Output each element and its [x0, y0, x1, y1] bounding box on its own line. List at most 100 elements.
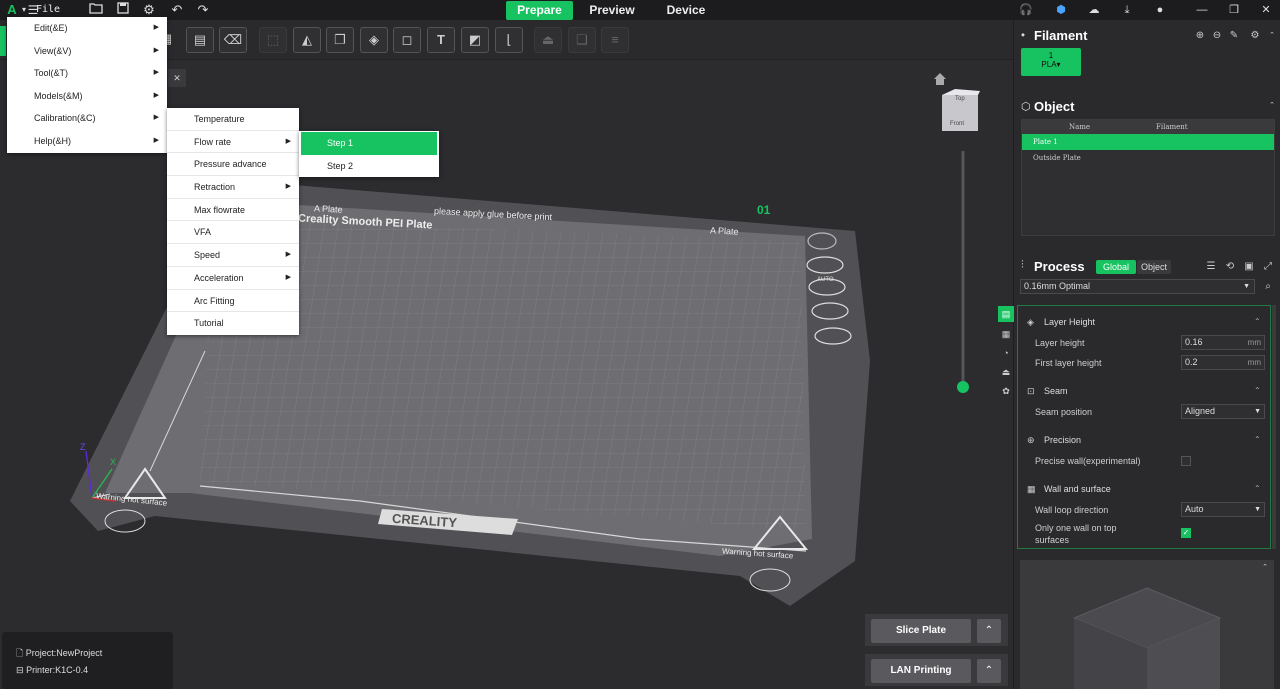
split-icon[interactable]: ❏ [568, 27, 596, 53]
settings-scrollbar[interactable] [1272, 305, 1276, 549]
edit-icon[interactable]: ✎ [1228, 30, 1240, 42]
list-icon[interactable]: ≡ [601, 27, 629, 53]
seam-position-value: Aligned [1185, 406, 1216, 416]
close-icon[interactable]: ✕ [1258, 2, 1274, 18]
tab-preview[interactable]: Preview [582, 1, 642, 20]
process-list-icon[interactable]: ☰ [1205, 261, 1217, 273]
object-toggle[interactable]: Object [1137, 260, 1171, 274]
view-cube-top[interactable]: Top [955, 96, 965, 102]
text-icon[interactable]: T [427, 27, 455, 53]
object-row-outside-plate[interactable]: Outside Plate [1022, 150, 1274, 166]
process-search-icon[interactable]: ⟲ [1224, 261, 1236, 273]
lan-printing-button[interactable]: LAN Printing [871, 659, 971, 683]
layers-icon[interactable]: ◈ [360, 27, 388, 53]
first-layer-height-input[interactable]: 0.2 mm [1181, 355, 1265, 370]
copy-icon[interactable]: ❐ [326, 27, 354, 53]
side-tab-quality[interactable]: ▤ [998, 306, 1014, 322]
slice-expand-icon[interactable]: ⌃ [977, 619, 1001, 643]
download-icon[interactable]: ⤓ [1119, 2, 1135, 18]
restore-icon[interactable]: ❐ [1226, 2, 1242, 18]
select-icon[interactable]: ⬚ [259, 27, 287, 53]
one-wall-top-checkbox[interactable]: ✓ [1181, 528, 1191, 538]
support-icon[interactable]: ⏏ [534, 27, 562, 53]
menu-item-pressure-advance[interactable]: Pressure advance [167, 153, 299, 177]
tab-device[interactable]: Device [660, 1, 712, 20]
collapse-group-icon[interactable]: ⌃ [1254, 317, 1261, 326]
side-tab-strength[interactable]: ▦ [998, 326, 1014, 342]
filament-settings-icon[interactable]: ⚙ [1249, 30, 1261, 42]
view-cube-front[interactable]: Front [950, 121, 964, 127]
headset-icon[interactable]: 🎧 [1018, 2, 1034, 18]
cube-icon[interactable]: ⬢ [1053, 2, 1069, 18]
object-row-plate-1[interactable]: Plate 1 [1022, 134, 1274, 150]
menu-item-speed[interactable]: Speed ▶ [167, 244, 299, 267]
filament-icon: ⬩ [1021, 29, 1025, 41]
menu-item-calibration[interactable]: Calibration(&C) ▶ [7, 107, 167, 130]
filament-slot[interactable]: 1 PLA▾ [1021, 48, 1081, 76]
process-icon: ⫶ [1021, 259, 1024, 271]
collapse-group-icon[interactable]: ⌃ [1254, 386, 1261, 395]
menu-item-acceleration[interactable]: Acceleration ▶ [167, 267, 299, 290]
collapse-icon[interactable]: ⌃ [1266, 30, 1278, 42]
menu-item-step-2[interactable]: Step 2 [301, 155, 437, 178]
process-compare-icon[interactable]: ⤢ [1262, 261, 1274, 273]
side-tab-support[interactable]: ⏏ [998, 364, 1014, 380]
menu-item-max-flowrate[interactable]: Max flowrate [167, 199, 299, 222]
menu-item-vfa[interactable]: VFA [167, 221, 299, 245]
paint-icon[interactable]: ◩ [461, 27, 489, 53]
layout-icon[interactable]: ▤ [186, 27, 214, 53]
menu-label-vfa: VFA [194, 227, 212, 238]
tab-prepare[interactable]: Prepare [506, 1, 573, 20]
cloud-upload-icon[interactable]: ☁ [1086, 2, 1102, 18]
save-icon[interactable] [115, 2, 131, 18]
menu-item-help[interactable]: Help(&H) ▶ [7, 130, 167, 153]
box-icon[interactable]: ◻ [393, 27, 421, 53]
measure-icon[interactable]: ⌊ [495, 27, 523, 53]
slice-plate-button[interactable]: Slice Plate [871, 619, 971, 643]
menu-item-tutorial[interactable]: Tutorial [167, 312, 299, 335]
menu-label-tutorial: Tutorial [194, 318, 224, 329]
add-icon[interactable]: ⊕ [1194, 30, 1206, 42]
object-table: Name Filament Plate 1 Outside Plate [1021, 119, 1275, 236]
main-menu: Edit(&E) ▶ View(&V) ▶ Tool(&T) ▶ Models(&M)… [7, 17, 167, 153]
file-menu-label[interactable]: File [36, 2, 60, 18]
collapse-group-icon[interactable]: ⌃ [1254, 484, 1261, 493]
collapse-group-icon[interactable]: ⌃ [1254, 435, 1261, 444]
menu-item-step-1[interactable]: Step 1 [301, 132, 437, 155]
menu-item-retraction[interactable]: Retraction ▶ [167, 176, 299, 199]
erase-icon[interactable]: ⌫ [219, 27, 247, 53]
menu-item-flow-rate[interactable]: Flow rate ▶ [167, 131, 299, 154]
open-folder-icon[interactable] [88, 2, 104, 18]
3d-viewport[interactable]: A Plate please apply glue before print A… [0, 61, 1013, 689]
caret-down-icon: ▾ [1056, 60, 1061, 69]
global-toggle[interactable]: Global [1096, 260, 1136, 274]
menu-label-flow-rate: Flow rate [194, 136, 232, 147]
remove-icon[interactable]: ⊖ [1211, 30, 1223, 42]
redo-icon[interactable]: ↷ [195, 2, 211, 18]
lan-expand-icon[interactable]: ⌃ [977, 659, 1001, 683]
precise-wall-checkbox[interactable] [1181, 456, 1191, 466]
process-preset-select[interactable]: 0.16mm Optimal ▼ [1020, 279, 1255, 294]
object-collapse-icon[interactable]: ⌃ [1266, 100, 1278, 112]
side-tab-speed[interactable]: ◔ [998, 345, 1014, 361]
menu-label-temperature: Temperature [194, 114, 245, 124]
process-save-icon[interactable]: ▣ [1243, 261, 1255, 273]
preset-search-icon[interactable]: ⌕ [1262, 281, 1274, 293]
side-tab-others[interactable]: ✿ [998, 383, 1014, 399]
home-icon[interactable] [930, 71, 950, 89]
layer-height-input[interactable]: 0.16 mm [1181, 335, 1265, 350]
wall-loop-direction-select[interactable]: Auto ▼ [1181, 502, 1265, 517]
menu-item-models[interactable]: Models(&M) ▶ [7, 85, 167, 108]
menu-item-view[interactable]: View(&V) ▶ [7, 40, 167, 63]
menu-item-arc-fitting[interactable]: Arc Fitting [167, 290, 299, 313]
menu-item-tool[interactable]: Tool(&T) ▶ [7, 62, 167, 85]
settings-icon[interactable]: ⚙ [141, 2, 157, 18]
undo-icon[interactable]: ↶ [169, 2, 185, 18]
user-icon[interactable]: ● [1152, 2, 1168, 18]
menu-item-edit[interactable]: Edit(&E) ▶ [7, 17, 167, 40]
minimize-icon[interactable]: — [1194, 2, 1210, 18]
menu-item-temperature[interactable]: Temperature [167, 108, 299, 131]
close-panel-icon[interactable]: ✕ [168, 69, 186, 87]
seam-position-select[interactable]: Aligned ▼ [1181, 404, 1265, 419]
mirror-icon[interactable]: ◭ [293, 27, 321, 53]
